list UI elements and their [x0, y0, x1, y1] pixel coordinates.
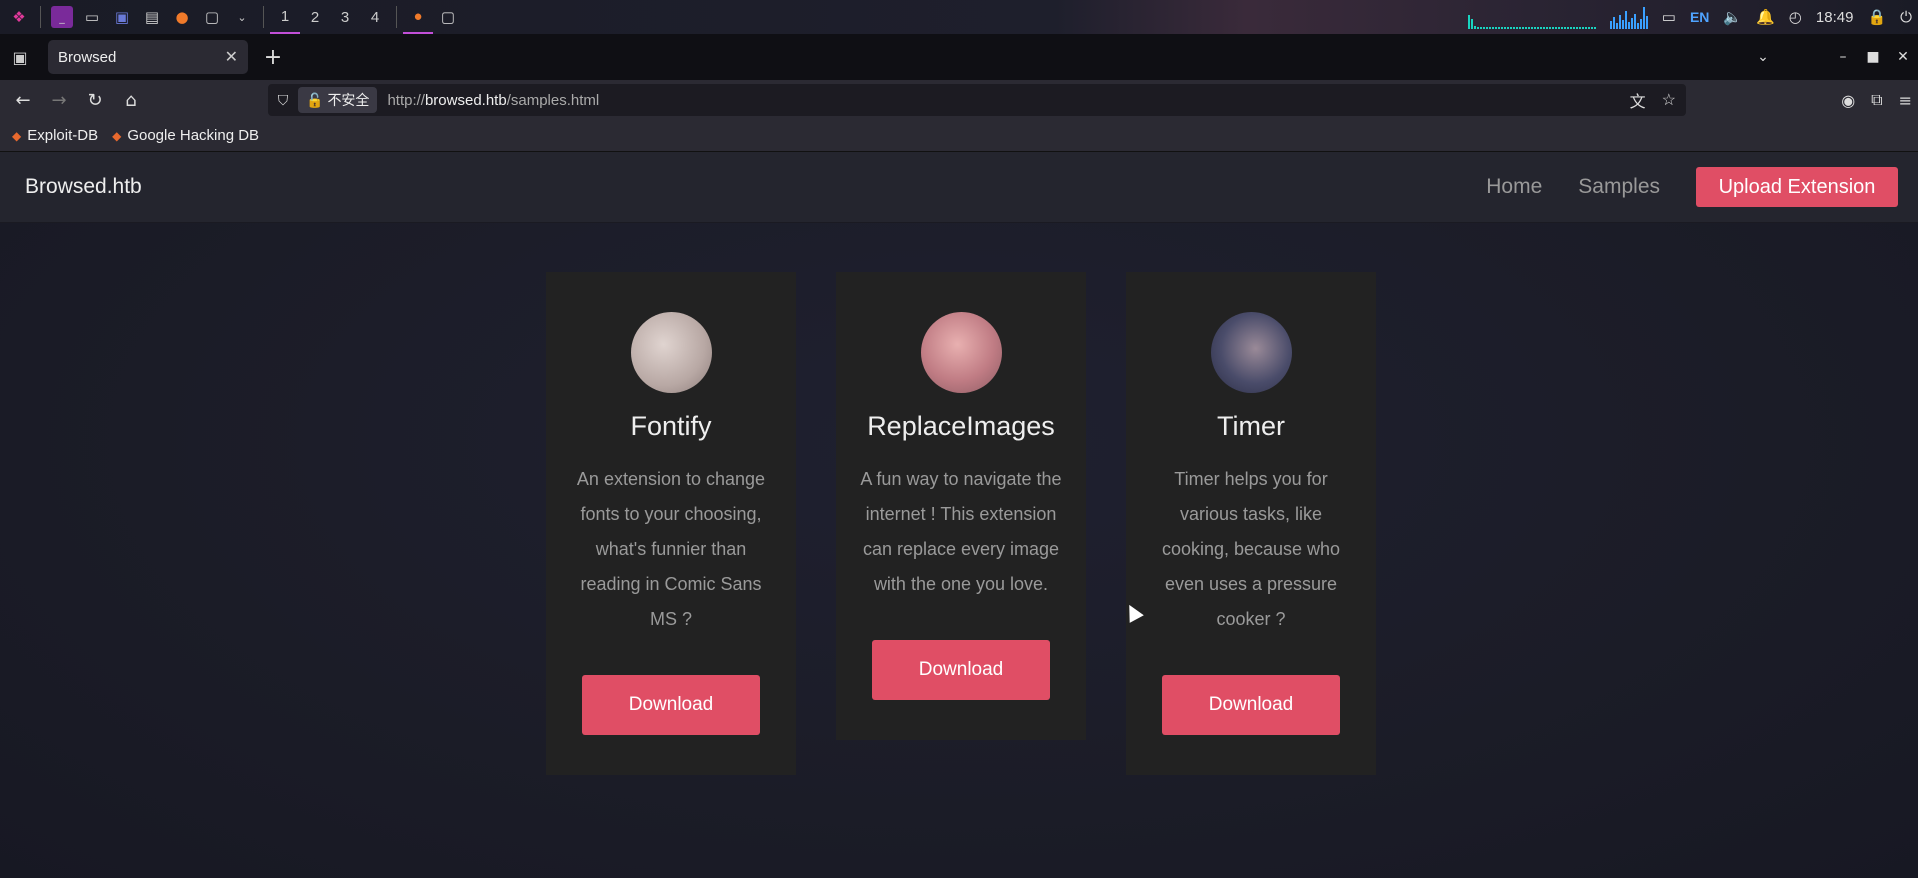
menu-icon[interactable]: ≡ — [1899, 91, 1912, 110]
taskbar-separator — [263, 6, 264, 28]
bookmark-exploit-db[interactable]: ◆ Exploit-DB — [12, 127, 98, 144]
taskbar-separator — [40, 6, 41, 28]
url-path: /samples.html — [506, 91, 600, 109]
tab-title: Browsed — [58, 48, 117, 66]
network-graph — [1609, 5, 1648, 29]
keyboard-layout[interactable]: EN — [1690, 9, 1709, 25]
home-icon[interactable]: ⌂ — [113, 83, 149, 117]
translate-icon[interactable]: 文 — [1630, 88, 1646, 112]
tracking-shield-icon[interactable]: ⛉ — [268, 92, 298, 109]
volume-icon[interactable]: 🔈 — [1723, 8, 1742, 26]
extension-avatar — [920, 312, 1002, 393]
forward-button[interactable]: → — [41, 83, 77, 117]
tab-list-icon[interactable]: ▣ — [0, 34, 40, 80]
url-prefix: http:// — [387, 91, 425, 109]
firefox-launcher-icon[interactable]: ● — [171, 6, 193, 28]
site-brand[interactable]: Browsed.htb — [25, 175, 142, 199]
card-title: ReplaceImages — [867, 411, 1055, 441]
upload-extension-button[interactable]: Upload Extension — [1696, 167, 1898, 207]
tab-browsed[interactable]: Browsed ✕ — [48, 40, 248, 74]
power-icon[interactable]: ⏻ — [1900, 9, 1912, 26]
lock-icon[interactable]: 🔒 — [1867, 8, 1886, 26]
bookmarks-toolbar: ◆ Exploit-DB ◆ Google Hacking DB — [0, 120, 1918, 152]
download-button[interactable]: Download — [582, 675, 760, 735]
kali-menu-icon[interactable]: ❖ — [8, 6, 30, 28]
settings-launcher-icon[interactable]: ▣ — [111, 6, 133, 28]
chevron-down-icon[interactable]: ⌄ — [1748, 34, 1778, 80]
window-controls: ⌄ – ■ ✕ — [1748, 34, 1918, 80]
extension-avatar — [630, 312, 712, 393]
os-taskbar: ❖ _ ▭ ▣ ▤ ● ▢ ⌄ 1 2 3 4 ● ▢ ▭ EN 🔈 🔔 ◴ 1… — [0, 0, 1918, 34]
firefox-window-icon[interactable]: ● — [403, 0, 433, 34]
workspace-1[interactable]: 1 — [270, 0, 300, 34]
display-icon[interactable]: ▭ — [1662, 8, 1676, 26]
card-title: Fontify — [630, 411, 712, 441]
site-navbar: Browsed.htb Home Samples Upload Extensio… — [0, 152, 1918, 223]
maximize-icon[interactable]: ■ — [1858, 34, 1888, 80]
navigation-toolbar: ← → ↻ ⌂ ⛉ 🔓 不安全 http://browsed.htb/sampl… — [0, 80, 1918, 120]
nav-link-samples[interactable]: Samples — [1578, 175, 1660, 199]
lock-warning-icon: 🔓 — [306, 91, 324, 108]
clock-icon: ◴ — [1788, 9, 1802, 26]
bookmark-star-icon[interactable]: ☆ — [1662, 90, 1676, 110]
url-host: browsed.htb — [424, 91, 507, 109]
browser-tab-strip: ▣ Browsed ✕ + ⌄ – ■ ✕ — [0, 34, 1918, 80]
terminal-icon[interactable]: ▢ — [201, 6, 223, 28]
download-button[interactable]: Download — [872, 640, 1050, 700]
cpu-graph — [1467, 5, 1596, 29]
close-window-icon[interactable]: ✕ — [1888, 34, 1918, 80]
download-button[interactable]: Download — [1162, 675, 1340, 735]
extensions-icon[interactable]: ⧉ — [1871, 90, 1882, 110]
new-tab-button[interactable]: + — [256, 40, 290, 74]
page-content: Browsed.htb Home Samples Upload Extensio… — [0, 152, 1918, 878]
clock[interactable]: 18:49 — [1816, 9, 1854, 26]
sample-card-replaceimages: ReplaceImages A fun way to navigate the … — [836, 272, 1086, 740]
url-text[interactable]: http://browsed.htb/samples.html — [387, 92, 599, 109]
bookmark-google-hacking-db[interactable]: ◆ Google Hacking DB — [112, 127, 259, 144]
file-manager-icon[interactable]: ▭ — [81, 6, 103, 28]
chevron-down-icon[interactable]: ⌄ — [231, 6, 253, 28]
samples-grid: Fontify An extension to change fonts to … — [546, 272, 1376, 775]
account-icon[interactable]: ◉ — [1841, 91, 1855, 110]
card-description: An extension to change fonts to your cho… — [576, 469, 766, 629]
card-description: Timer helps you for various tasks, like … — [1161, 469, 1341, 629]
nav-link-home[interactable]: Home — [1486, 175, 1542, 199]
notification-bell-icon[interactable]: 🔔 — [1756, 8, 1775, 26]
url-bar[interactable]: ⛉ 🔓 不安全 http://browsed.htb/samples.html … — [268, 84, 1686, 116]
insecure-label: 不安全 — [327, 92, 370, 108]
close-icon[interactable]: ✕ — [225, 47, 238, 67]
text-editor-icon[interactable]: ▤ — [141, 6, 163, 28]
reload-button[interactable]: ↻ — [77, 83, 113, 117]
connection-insecure-badge[interactable]: 🔓 不安全 — [298, 87, 378, 113]
workspace-3[interactable]: 3 — [330, 0, 360, 34]
terminal-window-icon[interactable]: ▢ — [433, 0, 463, 34]
card-title: Timer — [1217, 411, 1285, 441]
back-button[interactable]: ← — [5, 83, 41, 117]
bookmark-favicon-icon: ◆ — [112, 128, 122, 143]
taskbar-separator — [396, 6, 397, 28]
workspace-2[interactable]: 2 — [300, 0, 330, 34]
bookmark-label: Exploit-DB — [27, 127, 99, 144]
sample-card-fontify: Fontify An extension to change fonts to … — [546, 272, 796, 775]
terminal-launcher-icon[interactable]: _ — [51, 6, 73, 28]
sample-card-timer: Timer Timer helps you for various tasks,… — [1126, 272, 1376, 775]
minimize-icon[interactable]: – — [1828, 34, 1858, 80]
extension-avatar — [1210, 312, 1292, 393]
bookmark-label: Google Hacking DB — [127, 127, 260, 144]
card-description: A fun way to navigate the internet ! Thi… — [860, 469, 1062, 594]
bookmark-favicon-icon: ◆ — [12, 128, 22, 143]
workspace-4[interactable]: 4 — [360, 0, 390, 34]
